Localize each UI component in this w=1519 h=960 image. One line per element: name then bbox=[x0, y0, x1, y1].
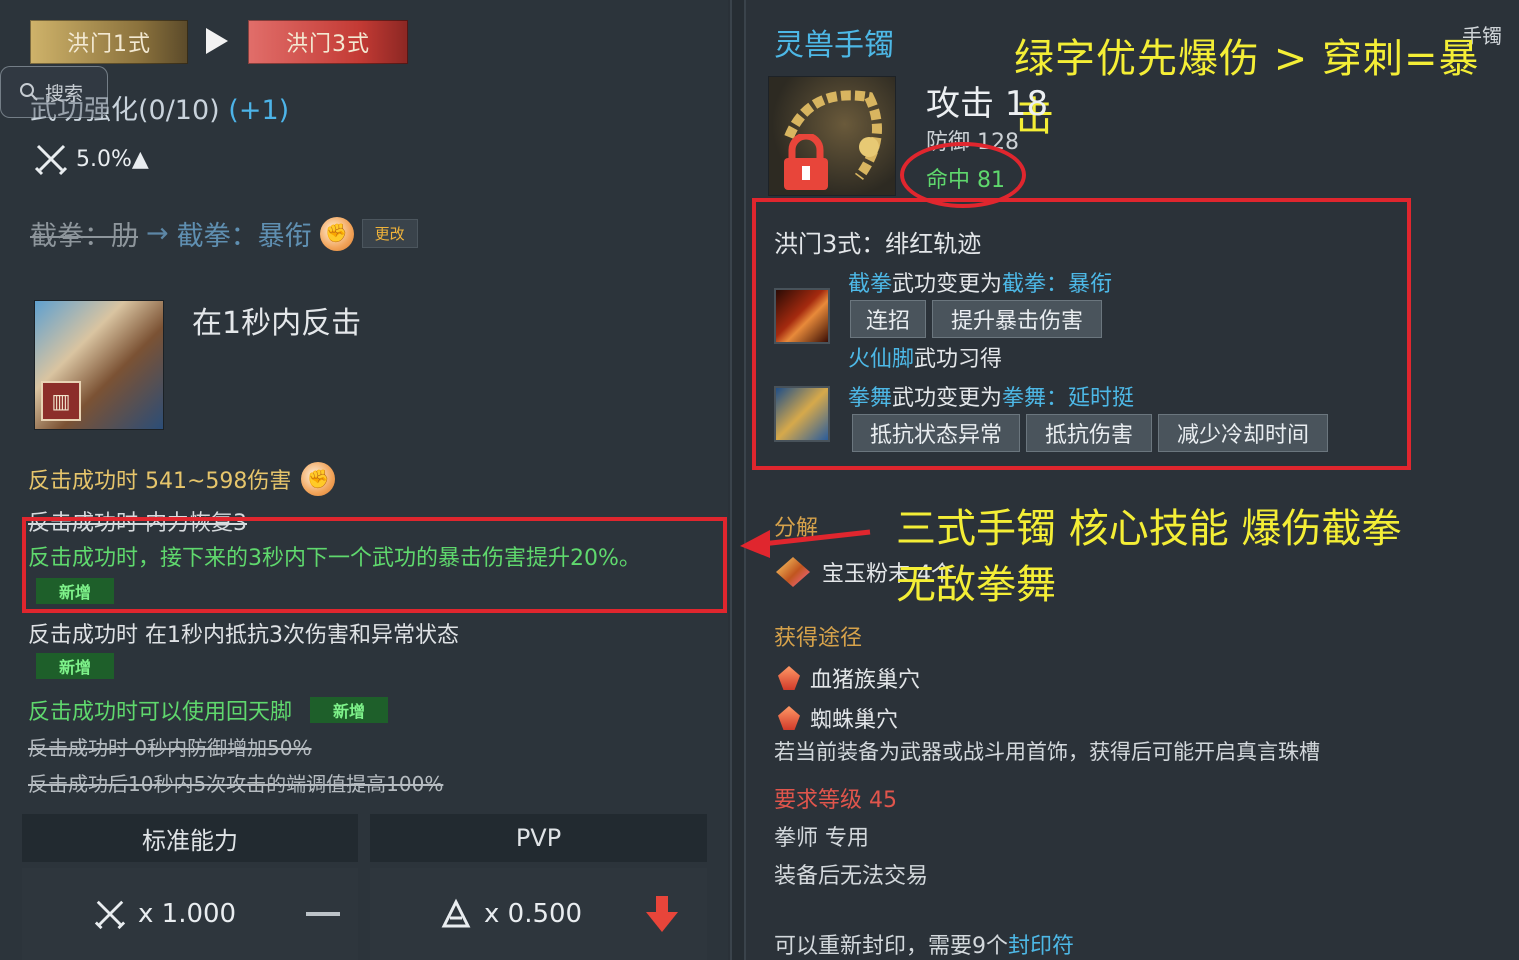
effect-defense-removed: 反击成功时 0秒内防御增加50% bbox=[28, 736, 312, 760]
gem-powder-icon bbox=[776, 557, 810, 587]
standard-value: x 1.000 bbox=[138, 899, 237, 929]
seal-charm-link[interactable]: 封印符 bbox=[1008, 934, 1074, 959]
item-name: 灵兽手镯 bbox=[774, 28, 894, 63]
highlight-box bbox=[22, 517, 727, 613]
search-icon bbox=[20, 83, 38, 101]
set-line-text: 武功习得 bbox=[914, 347, 1003, 372]
fist-icon: ✊ bbox=[319, 216, 354, 251]
enhance-bonus: (+1) bbox=[228, 95, 290, 126]
tag-cooldown: 减少冷却时间 bbox=[1158, 414, 1328, 452]
new-badge: 新增 bbox=[310, 697, 389, 723]
skill-portrait: ▥ bbox=[34, 300, 164, 430]
set-effect-title: 洪门3式：绯红轨迹 bbox=[774, 230, 982, 258]
tag-combo: 连招 bbox=[850, 300, 926, 338]
set-line-jiequan: 截拳武功变更为截拳：暴衔 bbox=[848, 266, 1112, 298]
no-change-icon bbox=[306, 912, 341, 916]
tag-resist-damage: 抵抗伤害 bbox=[1026, 414, 1152, 452]
set-line-text: 武功变更为 bbox=[892, 272, 1003, 297]
skill-change-line: 截拳：肋 → 截拳：暴衔 ✊ 更改 bbox=[30, 214, 418, 253]
stage-tab-3[interactable]: 洪门3式 bbox=[248, 20, 408, 64]
annotation-core-skill: 三式手镯 核心技能 爆伤截拳 bbox=[896, 506, 1402, 552]
skill-link[interactable]: 拳舞：延时挺 bbox=[1002, 386, 1134, 411]
effect-skill-unlock-text: 反击成功时可以使用回天脚 bbox=[28, 700, 293, 725]
search-label: 搜索 bbox=[45, 82, 84, 105]
fist-icon: ✊ bbox=[301, 462, 336, 496]
reseal-text: 可以重新封印，需要9个 bbox=[774, 934, 1008, 959]
new-badge: 新增 bbox=[36, 653, 114, 679]
tag-crit-damage: 提升暴击伤害 bbox=[932, 300, 1102, 338]
panel-divider bbox=[730, 0, 746, 960]
tab-pvp[interactable]: PVP bbox=[370, 814, 707, 862]
block-icon: ▥ bbox=[41, 381, 81, 421]
lock-icon bbox=[784, 134, 828, 190]
standard-multiplier: x 1.000 bbox=[22, 868, 358, 960]
new-skill-name: 截拳：暴衔 bbox=[176, 221, 312, 252]
source-entry[interactable]: 蜘蛛巢穴 bbox=[778, 702, 898, 734]
old-skill-name: 截拳：肋 bbox=[30, 221, 138, 252]
source-entry[interactable]: 血猪族巢穴 bbox=[778, 662, 920, 694]
stage-tab-1[interactable]: 洪门1式 bbox=[30, 20, 188, 64]
source-name: 蜘蛛巢穴 bbox=[810, 708, 899, 733]
trade-restriction: 装备后无法交易 bbox=[774, 864, 929, 889]
skill-link[interactable]: 截拳 bbox=[848, 272, 892, 297]
skill-link[interactable]: 拳舞 bbox=[848, 386, 892, 411]
set-line-text: 武功变更为 bbox=[892, 386, 1003, 411]
required-level: 要求等级 45 bbox=[774, 788, 897, 813]
play-arrow-icon bbox=[206, 28, 228, 54]
location-icon bbox=[778, 706, 800, 730]
crossed-swords-icon bbox=[34, 144, 68, 176]
annotation-arrow-icon bbox=[740, 529, 871, 558]
crossed-swords-icon bbox=[94, 900, 126, 930]
skill-icon-jiequan bbox=[774, 288, 830, 344]
tab-standard[interactable]: 标准能力 bbox=[22, 814, 358, 862]
attack-boost: 5.0%▲ bbox=[34, 142, 149, 176]
slot-note: 若当前装备为武器或战斗用首饰，获得后可能开启真言珠槽 bbox=[774, 740, 1320, 764]
skill-link[interactable]: 火仙脚 bbox=[848, 347, 914, 372]
annotation-priority: 绿字优先爆伤 > 穿刺=暴击 bbox=[1014, 36, 1480, 140]
obtain-label: 获得途径 bbox=[774, 626, 863, 651]
attack-boost-value: 5.0%▲ bbox=[76, 146, 149, 172]
arrow-down-icon bbox=[646, 896, 679, 932]
effect-attack-removed: 反击成功后10秒内5次攻击的端调值提高100% bbox=[28, 772, 444, 796]
effect-damage: 反击成功时 541~598伤害 ✊ bbox=[28, 462, 336, 496]
pvp-value: x 0.500 bbox=[484, 899, 583, 929]
skill-link[interactable]: 截拳：暴衔 bbox=[1002, 272, 1112, 297]
source-name: 血猪族巢穴 bbox=[810, 668, 921, 693]
effect-resist: 反击成功时 在1秒内抵抗3次伤害和异常状态 bbox=[28, 623, 459, 648]
skill-icon-quanwu bbox=[774, 386, 830, 442]
pvp-icon bbox=[441, 898, 471, 928]
skill-description: 在1秒内反击 bbox=[192, 306, 362, 341]
tag-resist-status: 抵抗状态异常 bbox=[852, 414, 1020, 452]
effect-damage-text: 反击成功时 541~598伤害 bbox=[28, 469, 292, 494]
arrow-right-icon: → bbox=[146, 218, 169, 249]
location-icon bbox=[778, 666, 800, 690]
set-line-huoxianjiao: 火仙脚武功习得 bbox=[848, 341, 1002, 373]
reseal-note: 可以重新封印，需要9个封印符 bbox=[774, 928, 1074, 960]
search-button[interactable]: 搜索 bbox=[0, 66, 108, 118]
change-button[interactable]: 更改 bbox=[361, 219, 418, 248]
set-line-quanwu: 拳舞武功变更为拳舞：延时挺 bbox=[848, 380, 1134, 412]
effect-skill-unlock: 反击成功时可以使用回天脚 新增 bbox=[28, 694, 389, 726]
annotation-quanwu: 无敌拳舞 bbox=[896, 562, 1056, 608]
pvp-multiplier: x 0.500 bbox=[370, 868, 707, 960]
class-restriction: 拳师 专用 bbox=[774, 826, 869, 851]
attack-stat: 攻击 18 bbox=[926, 84, 1049, 124]
